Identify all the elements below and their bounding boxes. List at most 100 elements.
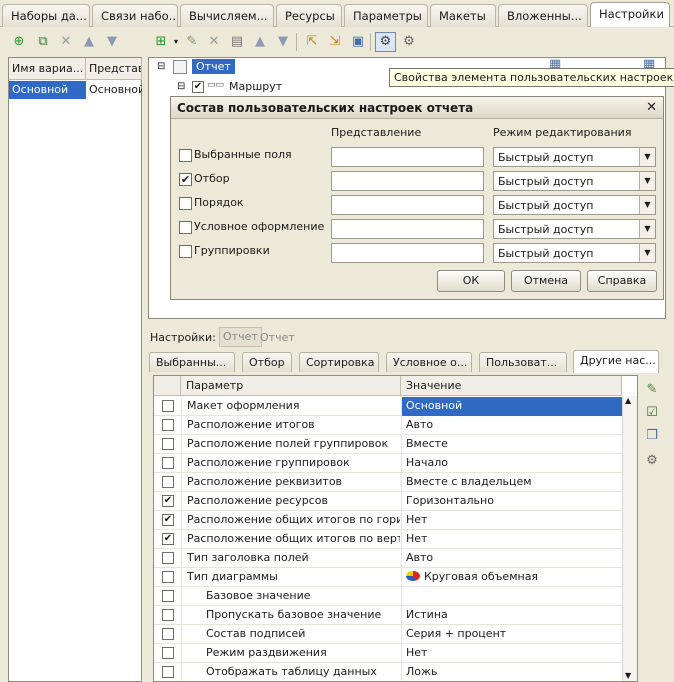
parameter-value[interactable]: Горизонтально [401, 492, 622, 511]
variants-list[interactable]: Имя вариа... Представл Основной Основной [8, 57, 142, 682]
scroll-down-icon[interactable]: ▼ [625, 671, 631, 680]
scroll-up-icon[interactable]: ▲ [625, 396, 631, 405]
selected-fields-mode-select[interactable]: Быстрый доступ ▼ [493, 147, 656, 167]
table-row[interactable]: ✔ Расположение ресурсов Горизонтально [154, 492, 622, 511]
parameter-value[interactable]: Авто [401, 549, 622, 568]
user-settings-properties-icon[interactable]: ⚙ [375, 32, 396, 52]
tree-node-route[interactable]: Маршрут [229, 80, 282, 93]
parameter-value[interactable]: Круговая объемная [401, 568, 622, 587]
conditional-appearance-presentation-input[interactable] [331, 219, 484, 239]
row-checkbox[interactable]: ✔ [162, 533, 174, 545]
tab-dataset-links[interactable]: Связи набо... [92, 4, 178, 27]
move-down-icon[interactable]: ▼ [274, 33, 292, 51]
tab-parameters[interactable]: Параметры [344, 4, 428, 27]
parameter-value[interactable]: Нет [401, 511, 622, 530]
collapse-icon[interactable]: ⊟ [177, 81, 185, 92]
check-all-icon[interactable]: ☑ [643, 404, 661, 422]
tab-user-fields[interactable]: Пользоват... [479, 352, 567, 372]
row-checkbox[interactable]: ✔ [162, 495, 174, 507]
row-checkbox[interactable] [162, 552, 174, 564]
tab-selected-fields[interactable]: Выбранны... [149, 352, 235, 372]
tree-node-report[interactable]: Отчет [192, 59, 235, 74]
table-row[interactable]: Тип заголовка полей Авто [154, 549, 622, 568]
selected-fields-presentation-input[interactable] [331, 147, 484, 167]
dropdown-arrow-icon[interactable]: ▼ [639, 196, 655, 214]
filter-mode-select[interactable]: Быстрый доступ ▼ [493, 171, 656, 191]
dropdown-arrow-icon[interactable]: ▼ [639, 172, 655, 190]
row-checkbox[interactable] [162, 400, 174, 412]
group-level-up-icon[interactable]: ⇱ [303, 33, 321, 51]
edit-icon[interactable]: ✎ [183, 33, 201, 51]
tab-conditional-appearance[interactable]: Условное о... [386, 352, 472, 372]
table-row[interactable]: Тип диаграммы Круговая объемная [154, 568, 622, 587]
tab-calculated-fields[interactable]: Вычисляем... [180, 4, 274, 27]
parameter-value[interactable]: Основной [401, 397, 622, 416]
report-structure-icon[interactable]: ▣ [349, 33, 367, 51]
conditional-appearance-checkbox[interactable] [179, 221, 192, 234]
properties-icon[interactable]: ▤ [228, 33, 246, 51]
parameter-value[interactable]: Вместе с владельцем [401, 473, 622, 492]
parameter-value[interactable]: Вместе [401, 435, 622, 454]
ok-button[interactable]: ОК [437, 270, 505, 292]
settings-gear-icon[interactable]: ⚙ [400, 33, 418, 51]
conditional-appearance-mode-select[interactable]: Быстрый доступ ▼ [493, 219, 656, 239]
row-checkbox[interactable] [162, 628, 174, 640]
vertical-scrollbar[interactable]: ▲ ▼ [622, 396, 637, 681]
row-checkbox[interactable]: ✔ [162, 514, 174, 526]
variant-name-header[interactable]: Имя вариа... [9, 58, 86, 80]
table-row[interactable]: Расположение реквизитов Вместе с владельц… [154, 473, 622, 492]
dropdown-arrow-icon[interactable]: ▼ [639, 244, 655, 262]
tab-settings[interactable]: Настройки [590, 2, 670, 28]
dropdown-arrow-icon[interactable]: ▼ [639, 148, 655, 166]
filter-checkbox[interactable]: ✔ [179, 173, 192, 186]
collapse-icon[interactable]: ⊟ [157, 61, 165, 72]
parameter-value[interactable]: Нет [401, 644, 622, 663]
parameter-value[interactable]: Истина [401, 606, 622, 625]
tab-sorting[interactable]: Сортировка [299, 352, 379, 372]
copy-variant-icon[interactable]: ⧉ [34, 33, 52, 51]
row-checkbox[interactable] [162, 647, 174, 659]
delete-icon[interactable]: ✕ [205, 33, 223, 51]
variant-row-name[interactable]: Основной [9, 81, 86, 99]
row-checkbox[interactable] [162, 609, 174, 621]
table-row[interactable]: Пропускать базовое значение Истина [154, 606, 622, 625]
row-checkbox[interactable] [162, 438, 174, 450]
groupings-presentation-input[interactable] [331, 243, 484, 263]
dropdown-arrow-icon[interactable]: ▼ [639, 220, 655, 238]
row-checkbox[interactable] [162, 476, 174, 488]
row-checkbox[interactable] [162, 457, 174, 469]
add-user-setting-icon[interactable]: ⚙ [643, 452, 661, 470]
move-up-icon[interactable]: ▲ [251, 33, 269, 51]
parameters-grid[interactable]: Параметр Значение Макет оформления Основн… [153, 375, 638, 682]
table-row[interactable]: Расположение группировок Начало [154, 454, 622, 473]
variant-presentation-header[interactable]: Представл [86, 58, 142, 80]
parameter-value[interactable]: Серия + процент [401, 625, 622, 644]
tab-other-settings[interactable]: Другие нас... [573, 350, 659, 373]
move-up-icon[interactable]: ▲ [80, 33, 98, 51]
parameter-value[interactable] [401, 587, 622, 606]
parameter-value[interactable]: Нет [401, 530, 622, 549]
edit-parameter-icon[interactable]: ✎ [643, 381, 661, 399]
tab-resources[interactable]: Ресурсы [276, 4, 342, 27]
table-row[interactable]: ✔ Расположение общих итогов по горизо... Н… [154, 511, 622, 530]
table-row[interactable]: Состав подписей Серия + процент [154, 625, 622, 644]
help-button[interactable]: Справка [587, 270, 657, 292]
tab-filter[interactable]: Отбор [242, 352, 292, 372]
settings-report-button[interactable]: Отчет [219, 327, 262, 347]
order-presentation-input[interactable] [331, 195, 484, 215]
groupings-mode-select[interactable]: Быстрый доступ ▼ [493, 243, 656, 263]
row-checkbox[interactable] [162, 666, 174, 678]
parameter-column-header[interactable]: Параметр [181, 376, 401, 396]
parameter-value[interactable]: Ложь [401, 663, 622, 681]
row-checkbox[interactable] [162, 419, 174, 431]
delete-variant-icon[interactable]: ✕ [57, 33, 75, 51]
parameter-value[interactable]: Начало [401, 454, 622, 473]
settings-report-link[interactable]: Отчет [260, 331, 295, 344]
uncheck-all-icon[interactable]: ❐ [643, 427, 661, 445]
table-row[interactable]: Расположение полей группировок Вместе [154, 435, 622, 454]
filter-presentation-input[interactable] [331, 171, 484, 191]
add-variant-icon[interactable]: ⊕ [10, 33, 28, 51]
move-down-icon[interactable]: ▼ [103, 33, 121, 51]
table-row[interactable]: Режим раздвижения Нет [154, 644, 622, 663]
table-row[interactable]: Отображать таблицу данных Ложь [154, 663, 622, 681]
